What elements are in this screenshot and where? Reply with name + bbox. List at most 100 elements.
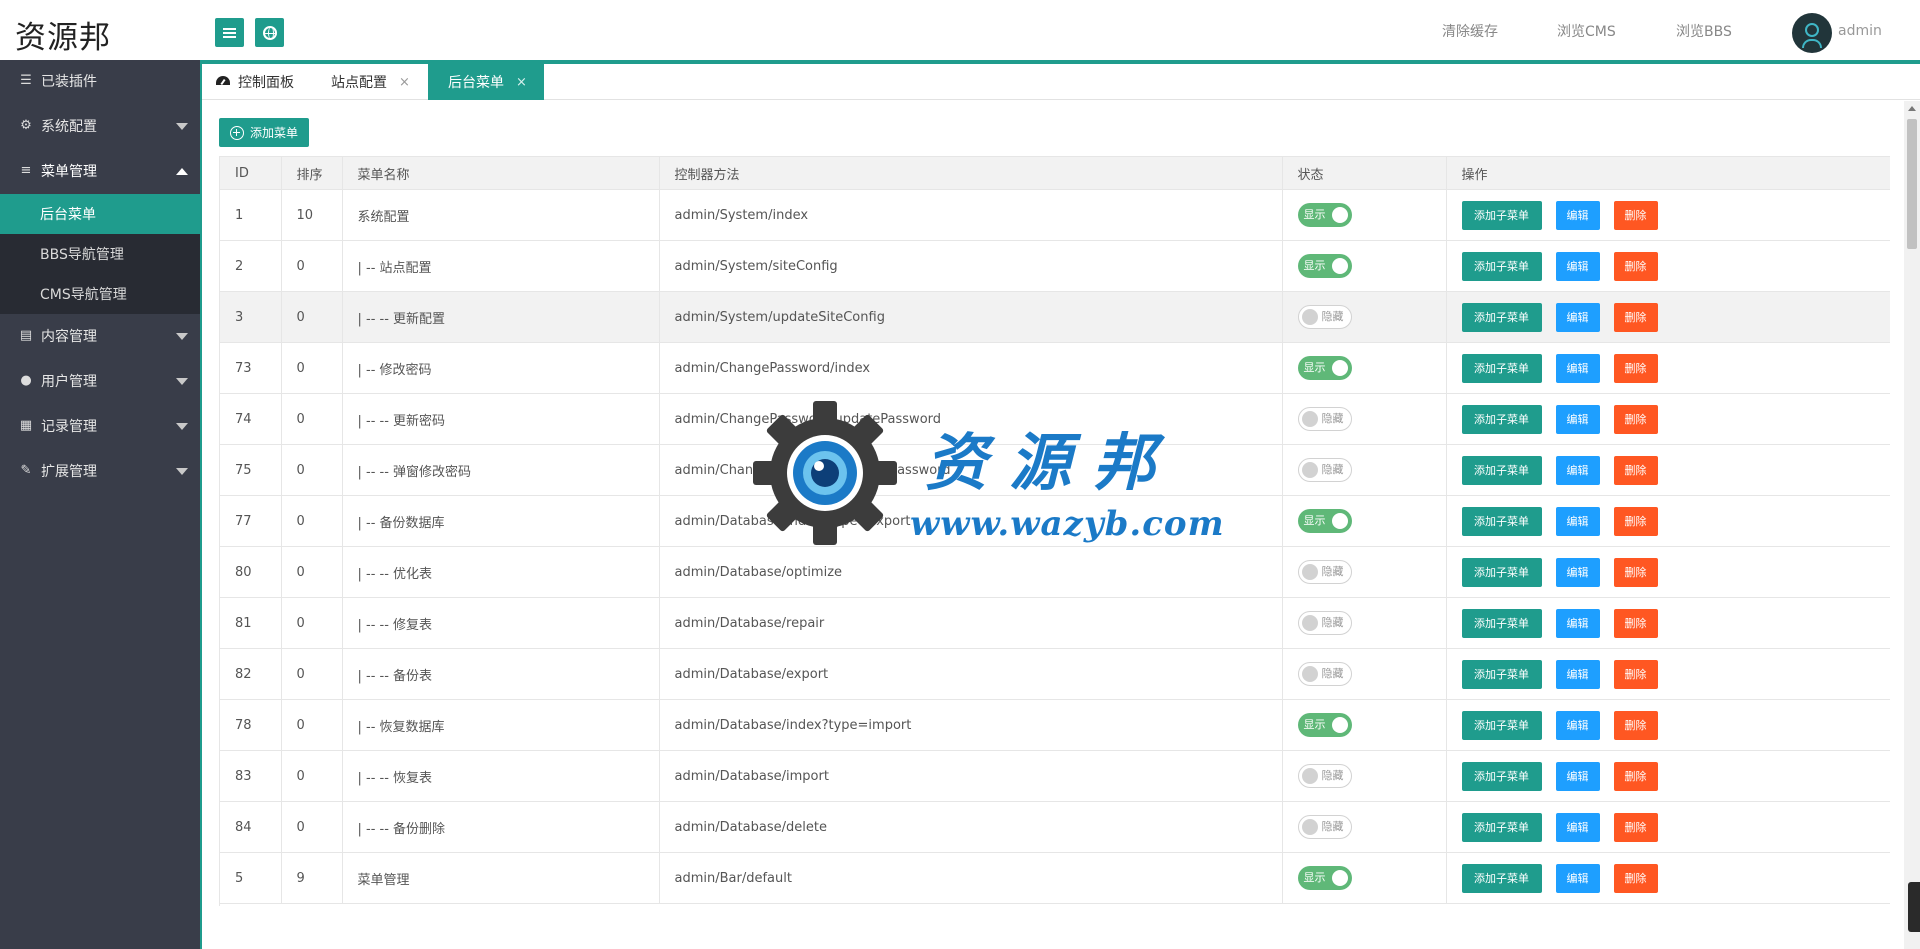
sidebar-item-extension-manage[interactable]: ✎ 扩展管理 — [0, 451, 200, 491]
add-child-menu-button[interactable]: 添加子菜单 — [1461, 557, 1542, 587]
floating-widget[interactable] — [1908, 882, 1920, 932]
col-header-id: ID — [220, 156, 282, 190]
status-toggle[interactable]: 显示 — [1297, 509, 1352, 533]
edit-button[interactable]: 编辑 — [1555, 200, 1600, 230]
edit-button[interactable]: 编辑 — [1555, 353, 1600, 383]
cell-actions: 添加子菜单 编辑 删除 — [1446, 648, 1890, 700]
add-child-menu-button[interactable]: 添加子菜单 — [1461, 761, 1542, 791]
status-toggle[interactable]: 显示 — [1297, 203, 1352, 227]
clear-cache-link[interactable]: 清除缓存 — [1442, 23, 1498, 41]
vertical-scrollbar[interactable] — [1904, 101, 1920, 949]
tab-admin-menu[interactable]: 后台菜单 × — [428, 64, 544, 100]
status-toggle[interactable]: 隐藏 — [1297, 407, 1352, 431]
sidebar-subitem-cms-nav[interactable]: CMS导航管理 — [0, 274, 200, 314]
delete-button[interactable]: 删除 — [1613, 608, 1658, 638]
edit-button[interactable]: 编辑 — [1555, 302, 1600, 332]
delete-button[interactable]: 删除 — [1613, 506, 1658, 536]
scroll-up-icon[interactable] — [1908, 106, 1916, 111]
edit-button[interactable]: 编辑 — [1555, 863, 1600, 893]
edit-button[interactable]: 编辑 — [1555, 659, 1600, 689]
delete-button[interactable]: 删除 — [1613, 659, 1658, 689]
edit-button[interactable]: 编辑 — [1555, 251, 1600, 281]
status-toggle[interactable]: 隐藏 — [1297, 560, 1352, 584]
add-child-menu-button[interactable]: 添加子菜单 — [1461, 353, 1542, 383]
status-toggle[interactable]: 显示 — [1297, 713, 1352, 737]
add-child-menu-button[interactable]: 添加子菜单 — [1461, 812, 1542, 842]
user-name[interactable]: admin — [1838, 23, 1882, 39]
status-toggle[interactable]: 隐藏 — [1297, 815, 1352, 839]
status-toggle-label: 显示 — [1303, 361, 1326, 374]
edit-button[interactable]: 编辑 — [1555, 557, 1600, 587]
tab-site-config[interactable]: 站点配置 × — [331, 64, 410, 100]
browse-cms-link[interactable]: 浏览CMS — [1557, 23, 1616, 41]
edit-button[interactable]: 编辑 — [1555, 455, 1600, 485]
status-toggle[interactable]: 隐藏 — [1297, 764, 1352, 788]
add-menu-button[interactable]: 添加菜单 — [219, 118, 309, 147]
delete-button[interactable]: 删除 — [1613, 812, 1658, 842]
status-toggle[interactable]: 显示 — [1297, 866, 1352, 890]
add-child-menu-button[interactable]: 添加子菜单 — [1461, 251, 1542, 281]
add-child-menu-button[interactable]: 添加子菜单 — [1461, 863, 1542, 893]
delete-button[interactable]: 删除 — [1613, 251, 1658, 281]
status-toggle[interactable]: 隐藏 — [1297, 662, 1352, 686]
scrollbar-thumb[interactable] — [1907, 119, 1917, 249]
add-child-menu-button[interactable]: 添加子菜单 — [1461, 404, 1542, 434]
delete-button[interactable]: 删除 — [1613, 710, 1658, 740]
sidebar-item-menu-manage[interactable]: ≡ 菜单管理 — [0, 151, 200, 191]
status-toggle-label: 显示 — [1303, 259, 1326, 272]
cell-actions: 添加子菜单 编辑 删除 — [1446, 189, 1890, 241]
add-child-menu-button[interactable]: 添加子菜单 — [1461, 608, 1542, 638]
toggle-knob — [1301, 666, 1318, 682]
delete-button[interactable]: 删除 — [1613, 557, 1658, 587]
avatar[interactable] — [1792, 13, 1832, 53]
menu-toggle-button[interactable] — [215, 18, 244, 47]
add-child-menu-button[interactable]: 添加子菜单 — [1461, 659, 1542, 689]
delete-button[interactable]: 删除 — [1613, 404, 1658, 434]
delete-button[interactable]: 删除 — [1613, 455, 1658, 485]
add-child-menu-button[interactable]: 添加子菜单 — [1461, 455, 1542, 485]
status-toggle-label: 隐藏 — [1321, 769, 1344, 782]
table-row: 73 0 | -- 修改密码 admin/ChangePassword/index 显示… — [220, 342, 1890, 394]
delete-button[interactable]: 删除 — [1613, 353, 1658, 383]
add-child-menu-button[interactable]: 添加子菜单 — [1461, 710, 1542, 740]
status-toggle[interactable]: 隐藏 — [1297, 611, 1352, 635]
toggle-knob — [1301, 768, 1318, 784]
delete-button[interactable]: 删除 — [1613, 863, 1658, 893]
status-toggle-label: 隐藏 — [1321, 565, 1344, 578]
sidebar-item-log-manage[interactable]: ▦ 记录管理 — [0, 406, 200, 446]
table-row: 3 0 | -- -- 更新配置 admin/System/updateSiteCon… — [220, 291, 1890, 343]
edit-button[interactable]: 编辑 — [1555, 761, 1600, 791]
add-child-menu-button[interactable]: 添加子菜单 — [1461, 200, 1542, 230]
edit-button[interactable]: 编辑 — [1555, 812, 1600, 842]
sidebar-item-content-manage[interactable]: ▤ 内容管理 — [0, 316, 200, 356]
browse-bbs-link[interactable]: 浏览BBS — [1676, 23, 1732, 41]
delete-button[interactable]: 删除 — [1613, 200, 1658, 230]
cell-status: 显示 — [1282, 189, 1447, 241]
tab-dashboard[interactable]: 控制面板 — [216, 64, 304, 100]
status-toggle[interactable]: 显示 — [1297, 254, 1352, 278]
add-child-menu-button[interactable]: 添加子菜单 — [1461, 506, 1542, 536]
edit-button[interactable]: 编辑 — [1555, 608, 1600, 638]
edit-button[interactable]: 编辑 — [1555, 710, 1600, 740]
add-child-menu-button[interactable]: 添加子菜单 — [1461, 302, 1542, 332]
close-icon[interactable]: × — [399, 75, 410, 90]
toggle-knob — [1331, 870, 1348, 886]
status-toggle[interactable]: 隐藏 — [1297, 305, 1352, 329]
status-toggle-label: 显示 — [1303, 208, 1326, 221]
delete-button[interactable]: 删除 — [1613, 302, 1658, 332]
sidebar-subitem-admin-menu[interactable]: 后台菜单 — [0, 194, 200, 234]
sidebar-item-user-manage[interactable]: ● 用户管理 — [0, 361, 200, 401]
status-toggle-label: 显示 — [1303, 718, 1326, 731]
sidebar-item-plugins[interactable]: ☰ 已装插件 — [0, 61, 200, 101]
edit-button[interactable]: 编辑 — [1555, 506, 1600, 536]
sidebar-item-system-config[interactable]: ⚙ 系统配置 — [0, 106, 200, 146]
table-row: 82 0 | -- -- 备份表 admin/Database/export 隐藏 添加子… — [220, 648, 1890, 700]
edit-button[interactable]: 编辑 — [1555, 404, 1600, 434]
delete-button[interactable]: 删除 — [1613, 761, 1658, 791]
sidebar-subitem-bbs-nav[interactable]: BBS导航管理 — [0, 234, 200, 274]
close-icon[interactable]: × — [516, 75, 527, 90]
status-toggle-label: 隐藏 — [1321, 667, 1344, 680]
globe-button[interactable] — [255, 18, 284, 47]
status-toggle[interactable]: 显示 — [1297, 356, 1352, 380]
status-toggle[interactable]: 隐藏 — [1297, 458, 1352, 482]
